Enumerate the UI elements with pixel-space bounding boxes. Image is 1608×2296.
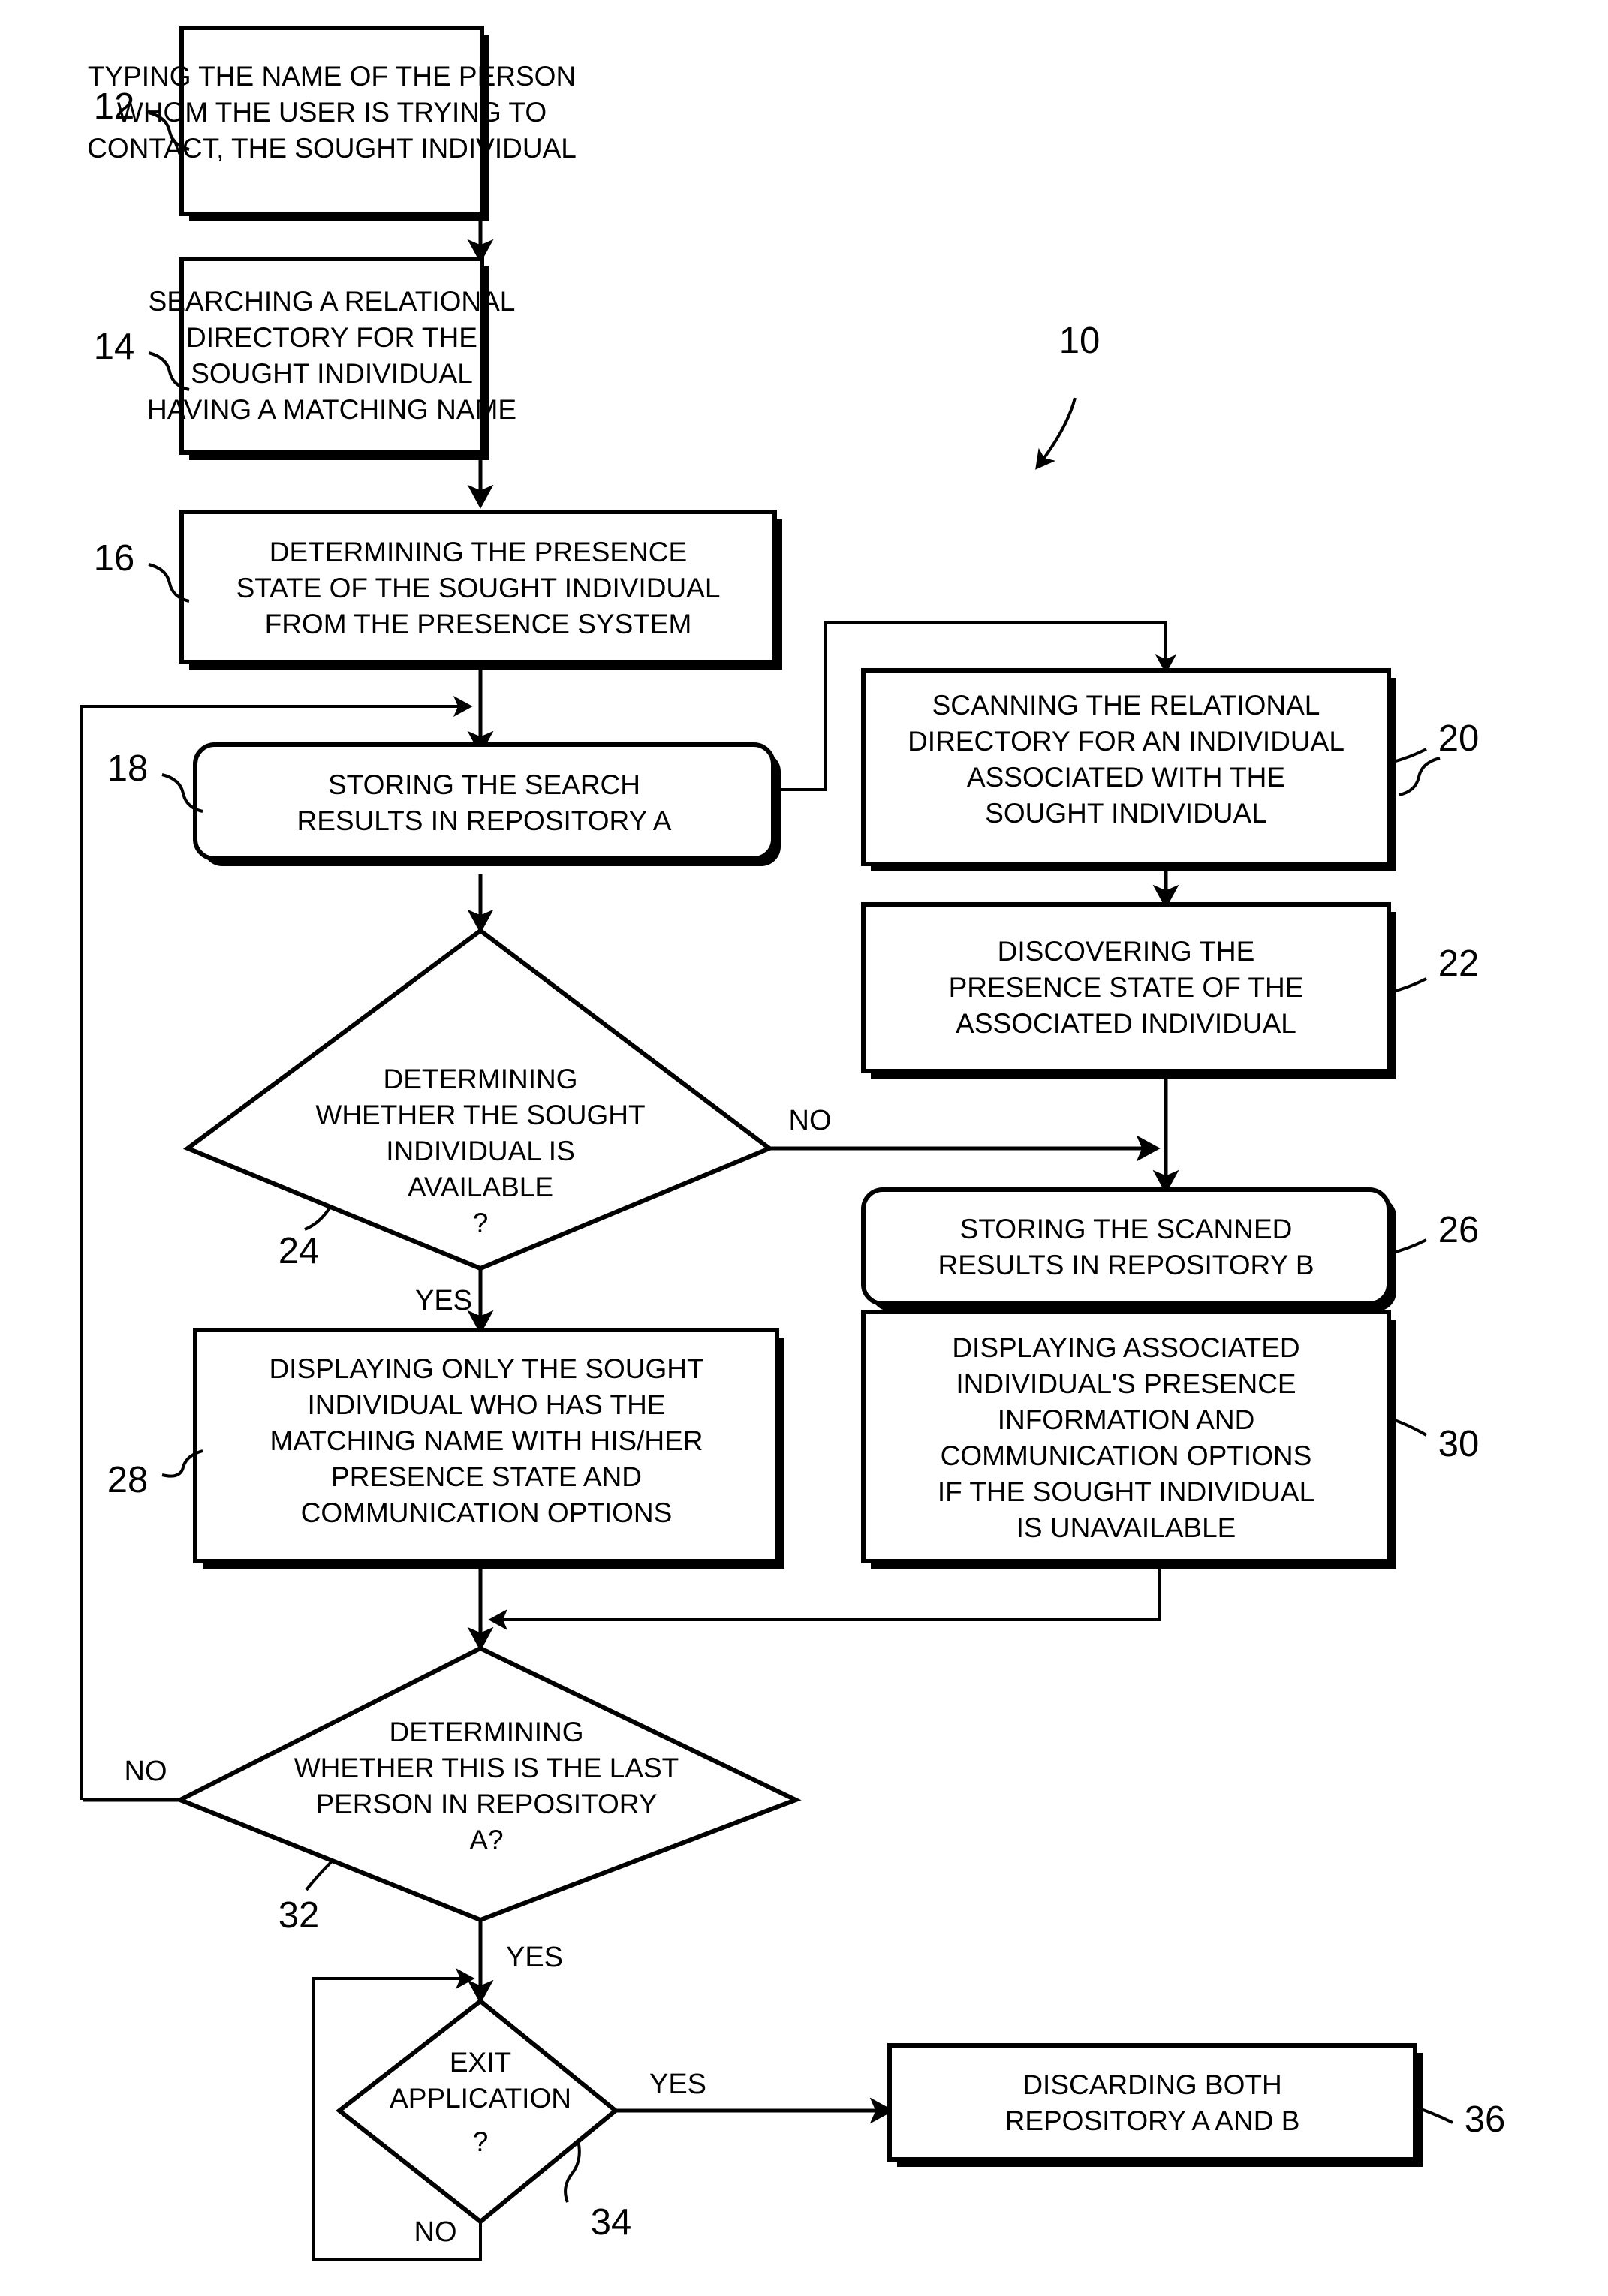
node-16[interactable]: DETERMINING THE PRESENCE STATE OF THE SO… <box>179 510 782 670</box>
node-20-line-2: DIRECTORY FOR AN INDIVIDUAL <box>908 726 1345 757</box>
ref-number-16: 16 <box>94 538 135 579</box>
ref-label-34: 34 <box>564 2140 632 2243</box>
ref-label-22: 22 <box>1390 943 1480 994</box>
node-26[interactable]: STORING THE SCANNED RESULTS IN REPOSITOR… <box>861 1187 1396 1311</box>
node-34-line-3: ? <box>473 2126 489 2157</box>
node-32-line-2: WHETHER THIS IS THE LAST <box>294 1753 679 1783</box>
edge-label-34-no: NO <box>414 2216 457 2248</box>
node-20-line-1: SCANNING THE RELATIONAL <box>932 690 1320 721</box>
edge-label-32-no: NO <box>125 1756 167 1787</box>
ref-number-10: 10 <box>1059 320 1101 361</box>
node-22-line-2: PRESENCE STATE OF THE <box>949 972 1304 1003</box>
node-28-line-1: DISPLAYING ONLY THE SOUGHT <box>269 1353 703 1384</box>
node-14-line-4: HAVING A MATCHING NAME <box>147 394 516 425</box>
node-16-line-1: DETERMINING THE PRESENCE <box>270 537 687 567</box>
ref-number-30: 30 <box>1438 1424 1480 1464</box>
node-34-line-2: APPLICATION <box>390 2083 571 2114</box>
node-32[interactable]: DETERMINING WHETHER THIS IS THE LAST PER… <box>174 1645 802 1923</box>
edge-label-24-no: NO <box>789 1105 832 1136</box>
ref-number-36: 36 <box>1465 2099 1506 2140</box>
node-36-line-1: DISCARDING BOTH <box>1022 2069 1281 2100</box>
node-14[interactable]: SEARCHING A RELATIONAL DIRECTORY FOR THE… <box>147 257 516 460</box>
ref-number-28: 28 <box>107 1460 149 1500</box>
edge-label-24-yes: YES <box>415 1285 472 1317</box>
node-14-line-3: SOUGHT INDIVIDUAL <box>191 358 473 389</box>
node-36[interactable]: DISCARDING BOTH REPOSITORY A AND B <box>887 2043 1423 2167</box>
flowchart-canvas: TYPING THE NAME OF THE PERSON WHOM THE U… <box>80 26 1506 2261</box>
ref-number-34: 34 <box>591 2202 632 2243</box>
node-30-line-2: INDIVIDUAL'S PRESENCE <box>956 1368 1296 1399</box>
node-24-line-1: DETERMINING <box>384 1064 578 1094</box>
node-12-line-2: WHOM THE USER IS TRYING TO <box>117 97 547 128</box>
node-30-line-5: IF THE SOUGHT INDIVIDUAL <box>938 1476 1314 1507</box>
node-22-line-1: DISCOVERING THE <box>998 936 1255 967</box>
ref-number-20: 20 <box>1438 718 1480 759</box>
node-24-line-5: ? <box>473 1208 489 1238</box>
ref-label-14: 14 <box>94 326 190 391</box>
edge-label-32-yes: YES <box>506 1942 563 1973</box>
flowchart-page: TYPING THE NAME OF THE PERSON WHOM THE U… <box>0 0 1608 2296</box>
node-30-line-4: COMMUNICATION OPTIONS <box>941 1440 1312 1471</box>
node-14-line-2: DIRECTORY FOR THE <box>186 322 477 353</box>
node-28-line-2: INDIVIDUAL WHO HAS THE <box>308 1389 666 1420</box>
node-20[interactable]: SCANNING THE RELATIONAL DIRECTORY FOR AN… <box>861 668 1396 871</box>
node-18-line-1: STORING THE SEARCH <box>328 769 640 800</box>
node-18[interactable]: STORING THE SEARCH RESULTS IN REPOSITORY… <box>193 742 781 866</box>
node-24-line-3: INDIVIDUAL IS <box>386 1136 575 1166</box>
edge-label-34-yes: YES <box>649 2069 706 2100</box>
node-32-line-3: PERSON IN REPOSITORY <box>315 1789 657 1819</box>
node-20-line-4: SOUGHT INDIVIDUAL <box>985 798 1267 829</box>
node-12-line-3: CONTACT, THE SOUGHT INDIVIDUAL <box>87 133 577 164</box>
ref-number-32: 32 <box>279 1895 320 1936</box>
node-30[interactable]: DISPLAYING ASSOCIATED INDIVIDUAL'S PRESE… <box>861 1310 1396 1569</box>
ref-label-36: 36 <box>1416 2099 1506 2140</box>
ref-label-26: 26 <box>1390 1210 1480 1255</box>
ref-number-18: 18 <box>107 748 149 789</box>
node-30-line-3: INFORMATION AND <box>998 1404 1255 1435</box>
node-12[interactable]: TYPING THE NAME OF THE PERSON WHOM THE U… <box>87 26 577 221</box>
node-26-line-1: STORING THE SCANNED <box>960 1214 1293 1244</box>
node-28-line-4: PRESENCE STATE AND <box>331 1461 642 1492</box>
ref-number-24: 24 <box>279 1231 320 1271</box>
ref-number-22: 22 <box>1438 943 1480 984</box>
node-30-line-1: DISPLAYING ASSOCIATED <box>952 1332 1299 1363</box>
ref-number-14: 14 <box>94 326 135 367</box>
node-14-line-1: SEARCHING A RELATIONAL <box>149 286 516 317</box>
ref-label-16: 16 <box>94 538 190 603</box>
figure-reference-10: 10 <box>1035 320 1101 470</box>
node-22[interactable]: DISCOVERING THE PRESENCE STATE OF THE AS… <box>861 902 1396 1079</box>
node-22-line-3: ASSOCIATED INDIVIDUAL <box>956 1008 1296 1039</box>
ref-label-20: 20 <box>1390 718 1480 796</box>
ref-label-18: 18 <box>107 748 203 813</box>
node-34[interactable]: EXIT APPLICATION ? <box>336 1998 619 2225</box>
connector-feedback-loop-to-18 <box>80 696 473 1800</box>
node-24-line-2: WHETHER THE SOUGHT <box>315 1100 645 1130</box>
ref-number-12: 12 <box>94 86 135 127</box>
node-24[interactable]: DETERMINING WHETHER THE SOUGHT INDIVIDUA… <box>182 928 774 1271</box>
node-16-line-3: FROM THE PRESENCE SYSTEM <box>265 609 692 639</box>
node-24-line-4: AVAILABLE <box>408 1172 553 1202</box>
node-36-line-2: REPOSITORY A AND B <box>1005 2105 1300 2136</box>
ref-label-28: 28 <box>107 1449 203 1500</box>
ref-label-32: 32 <box>279 1860 333 1936</box>
node-12-line-1: TYPING THE NAME OF THE PERSON <box>88 61 576 92</box>
connector-30-to-32 <box>488 1569 1161 1630</box>
node-26-line-2: RESULTS IN REPOSITORY B <box>938 1250 1314 1280</box>
ref-label-24: 24 <box>279 1205 332 1271</box>
ref-number-26: 26 <box>1438 1210 1480 1250</box>
node-28[interactable]: DISPLAYING ONLY THE SOUGHT INDIVIDUAL WH… <box>193 1328 784 1569</box>
node-16-line-2: STATE OF THE SOUGHT INDIVIDUAL <box>236 573 721 603</box>
node-32-line-4: A? <box>469 1825 503 1855</box>
node-28-line-5: COMMUNICATION OPTIONS <box>301 1497 673 1528</box>
node-34-line-1: EXIT <box>450 2047 511 2078</box>
node-20-line-3: ASSOCIATED WITH THE <box>967 762 1285 793</box>
node-30-line-6: IS UNAVAILABLE <box>1016 1512 1236 1543</box>
node-18-line-2: RESULTS IN REPOSITORY A <box>297 805 672 836</box>
node-32-line-1: DETERMINING <box>390 1717 584 1747</box>
ref-label-30: 30 <box>1390 1417 1480 1464</box>
node-28-line-3: MATCHING NAME WITH HIS/HER <box>270 1425 703 1456</box>
